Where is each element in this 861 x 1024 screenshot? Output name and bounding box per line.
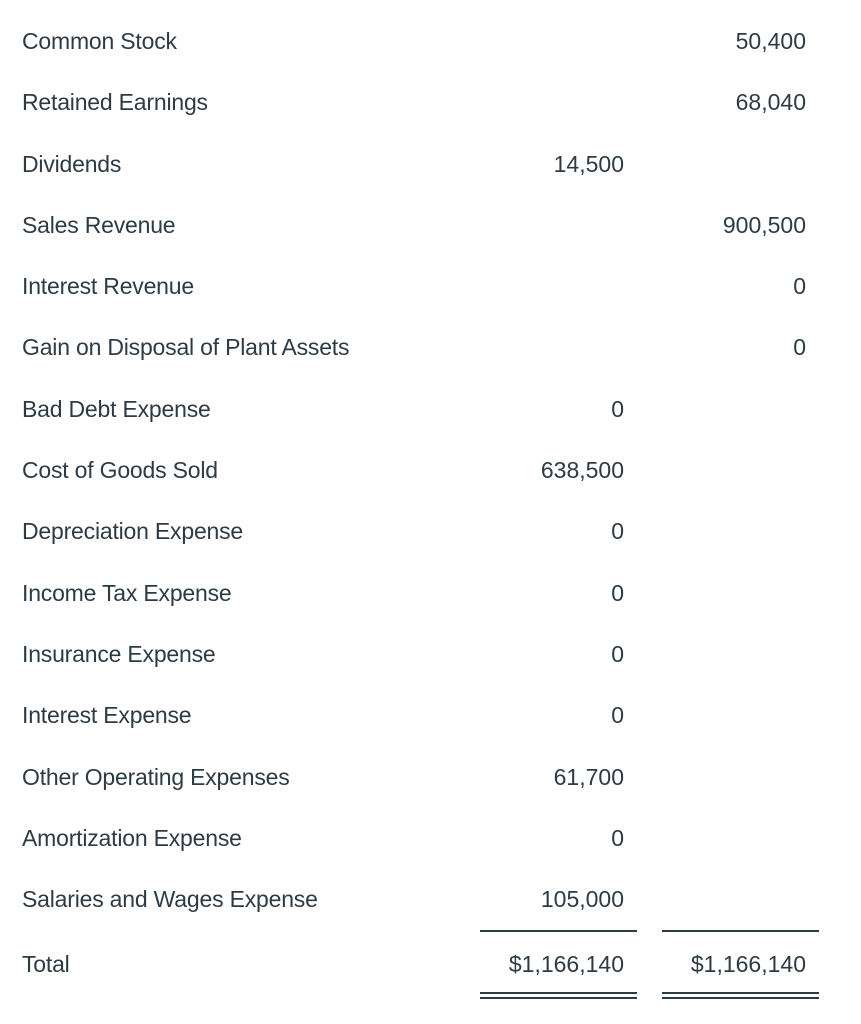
account-name: Common Stock [22, 28, 177, 54]
debit-amount: 14,500 [553, 150, 624, 177]
debit-subtotal-rule [480, 930, 637, 932]
table-row: Insurance Expense 0 [0, 625, 861, 686]
debit-amount: 61,700 [553, 763, 624, 790]
account-name: Amortization Expense [22, 824, 242, 851]
credit-subtotal-rule [662, 930, 819, 932]
table-row: Sales Revenue 900,500 [0, 196, 861, 257]
credit-amount: 0 [793, 273, 806, 300]
credit-amount: 68,040 [735, 89, 806, 116]
debit-amount: 0 [611, 579, 624, 606]
total-row: Total $1,166,140 $1,166,140 [0, 931, 861, 1011]
debit-amount: 0 [611, 640, 624, 667]
table-row: Depreciation Expense 0 [0, 502, 861, 563]
account-name: Retained Earnings [22, 89, 208, 116]
debit-amount: 0 [611, 702, 624, 729]
account-name: Interest Expense [22, 702, 192, 729]
account-name: Interest Revenue [22, 273, 194, 300]
table-row: Common Stock 50,400 [0, 12, 861, 73]
table-row: Dividends 14,500 [0, 135, 861, 196]
total-debit: $1,166,140 [508, 951, 624, 978]
table-row: Salaries and Wages Expense 105,000 [0, 870, 861, 931]
account-name: Gain on Disposal of Plant Assets [22, 334, 350, 361]
account-name: Salaries and Wages Expense [22, 886, 318, 913]
account-name: Dividends [22, 150, 122, 177]
account-name: Cost of Goods Sold [22, 457, 218, 484]
table-row: Bad Debt Expense 0 [0, 380, 861, 441]
account-name: Bad Debt Expense [22, 395, 211, 422]
credit-amount: 900,500 [722, 211, 806, 238]
account-name: Insurance Expense [22, 640, 216, 667]
account-name: Income Tax Expense [22, 579, 232, 606]
table-row: Retained Earnings 68,040 [0, 73, 861, 134]
trial-balance-table: Common Stock 50,400 Retained Earnings 68… [0, 12, 861, 1011]
table-row: Interest Expense 0 [0, 686, 861, 747]
table-row: Income Tax Expense 0 [0, 564, 861, 625]
total-credit: $1,166,140 [690, 951, 806, 978]
table-row: Gain on Disposal of Plant Assets 0 [0, 318, 861, 379]
total-label: Total [22, 951, 70, 978]
table-row: Cost of Goods Sold 638,500 [0, 441, 861, 502]
account-name: Depreciation Expense [22, 518, 244, 545]
table-row: Amortization Expense 0 [0, 809, 861, 870]
debit-amount: 105,000 [540, 886, 624, 913]
debit-amount: 0 [611, 518, 624, 545]
table-row: Interest Revenue 0 [0, 257, 861, 318]
credit-amount: 50,400 [735, 28, 806, 54]
credit-amount: 0 [793, 334, 806, 361]
table-row: Other Operating Expenses 61,700 [0, 748, 861, 809]
debit-amount: 0 [611, 824, 624, 851]
debit-amount: 638,500 [540, 457, 624, 484]
debit-total-double-rule [480, 992, 637, 999]
debit-amount: 0 [611, 395, 624, 422]
account-name: Sales Revenue [22, 211, 176, 238]
account-name: Other Operating Expenses [22, 763, 290, 790]
credit-total-double-rule [662, 992, 819, 999]
